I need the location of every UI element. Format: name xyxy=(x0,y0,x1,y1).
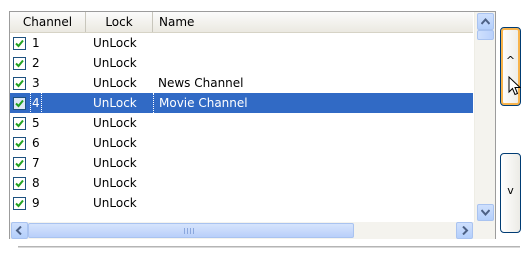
horizontal-scroll-thumb[interactable] xyxy=(28,223,354,238)
channel-cell: 2 xyxy=(10,53,86,73)
name-cell xyxy=(153,53,473,73)
divider-line xyxy=(18,246,520,248)
lock-cell: UnLock xyxy=(93,176,137,190)
checkmark-icon xyxy=(15,179,24,187)
vertical-scrollbar[interactable] xyxy=(474,12,495,222)
scroll-up-icon xyxy=(481,18,490,25)
checkmark-icon xyxy=(15,199,24,207)
channel-cell: 6 xyxy=(10,133,86,153)
list-item[interactable]: 4 UnLock Movie Channel xyxy=(10,93,473,113)
list-item[interactable]: 8 UnLock xyxy=(10,173,473,193)
name-cell xyxy=(153,113,473,133)
checkmark-icon xyxy=(15,139,24,147)
horizontal-scrollbar[interactable] xyxy=(10,222,474,239)
channel-number: 7 xyxy=(32,156,40,170)
list-rows: 1 UnLock 2 UnLock 3 UnLock News Channel 4 UnLock… xyxy=(10,33,473,213)
lock-cell: UnLock xyxy=(93,116,137,130)
checkmark-icon xyxy=(15,119,24,127)
vertical-scroll-thumb[interactable] xyxy=(477,30,494,40)
name-cell xyxy=(153,173,473,193)
channel-number: 5 xyxy=(32,116,40,130)
scroll-left-button[interactable] xyxy=(11,222,28,239)
scrollbar-corner xyxy=(474,222,495,239)
checkmark-icon xyxy=(15,59,24,67)
lock-cell: UnLock xyxy=(93,36,137,50)
list-header: Channel Lock Name xyxy=(10,12,473,33)
channel-cell: 9 xyxy=(10,193,86,213)
channel-checkbox[interactable] xyxy=(13,116,26,130)
channel-number: 3 xyxy=(32,76,40,90)
list-item[interactable]: 1 UnLock xyxy=(10,33,473,53)
channel-cell: 3 xyxy=(10,73,86,93)
column-header-name[interactable]: Name xyxy=(153,12,473,32)
checkmark-icon xyxy=(15,39,24,47)
channel-cell: 4 xyxy=(10,93,86,113)
list-item[interactable]: 3 UnLock News Channel xyxy=(10,73,473,93)
channel-checkbox[interactable] xyxy=(13,96,26,110)
channel-number: 2 xyxy=(32,56,40,70)
scroll-up-button[interactable] xyxy=(477,13,494,30)
name-cell xyxy=(153,133,473,153)
channel-checkbox[interactable] xyxy=(13,196,26,210)
list-item[interactable]: 2 UnLock xyxy=(10,53,473,73)
lock-cell: UnLock xyxy=(93,56,137,70)
lock-cell: UnLock xyxy=(93,156,137,170)
channel-checkbox[interactable] xyxy=(13,176,26,190)
lock-cell: UnLock xyxy=(93,196,137,210)
list-item[interactable]: 5 UnLock xyxy=(10,113,473,133)
channel-number: 8 xyxy=(32,176,40,190)
list-item[interactable]: 6 UnLock xyxy=(10,133,473,153)
channel-cell: 7 xyxy=(10,153,86,173)
name-cell: News Channel xyxy=(158,76,244,90)
channel-checkbox[interactable] xyxy=(13,156,26,170)
list-item[interactable]: 7 UnLock xyxy=(10,153,473,173)
scroll-down-icon xyxy=(481,209,490,216)
scroll-left-icon xyxy=(15,226,22,235)
channel-checkbox[interactable] xyxy=(13,36,26,50)
channel-cell: 5 xyxy=(10,113,86,133)
channel-cell: 8 xyxy=(10,173,86,193)
lock-cell: UnLock xyxy=(93,96,137,110)
list-item[interactable]: 9 UnLock xyxy=(10,193,473,213)
channel-checkbox[interactable] xyxy=(13,56,26,70)
column-header-channel[interactable]: Channel xyxy=(10,12,86,32)
name-cell xyxy=(153,153,473,173)
scroll-right-icon xyxy=(462,226,469,235)
move-up-label: ^ xyxy=(505,54,516,67)
channel-number: 6 xyxy=(32,136,40,150)
channel-checkbox[interactable] xyxy=(13,76,26,90)
mouse-cursor-icon xyxy=(508,76,521,96)
scroll-down-button[interactable] xyxy=(477,204,494,221)
channel-number: 1 xyxy=(32,36,40,50)
channel-number: 4 xyxy=(30,93,42,113)
channel-checkbox[interactable] xyxy=(13,136,26,150)
lock-cell: UnLock xyxy=(93,76,137,90)
channel-number: 9 xyxy=(32,196,40,210)
checkmark-icon xyxy=(15,159,24,167)
scroll-grip-icon xyxy=(184,228,196,234)
channel-cell: 1 xyxy=(10,33,86,53)
checkmark-icon xyxy=(15,99,24,107)
channel-list[interactable]: Channel Lock Name 1 UnLock 2 UnLock 3 UnLock N… xyxy=(9,11,496,239)
name-cell xyxy=(153,193,473,213)
name-cell xyxy=(153,33,473,53)
checkmark-icon xyxy=(15,79,24,87)
move-down-button[interactable]: v xyxy=(500,153,521,233)
move-down-label: v xyxy=(507,184,514,197)
name-cell: Movie Channel xyxy=(153,93,473,113)
lock-cell: UnLock xyxy=(93,136,137,150)
scroll-right-button[interactable] xyxy=(456,222,473,239)
column-header-lock[interactable]: Lock xyxy=(86,12,153,32)
